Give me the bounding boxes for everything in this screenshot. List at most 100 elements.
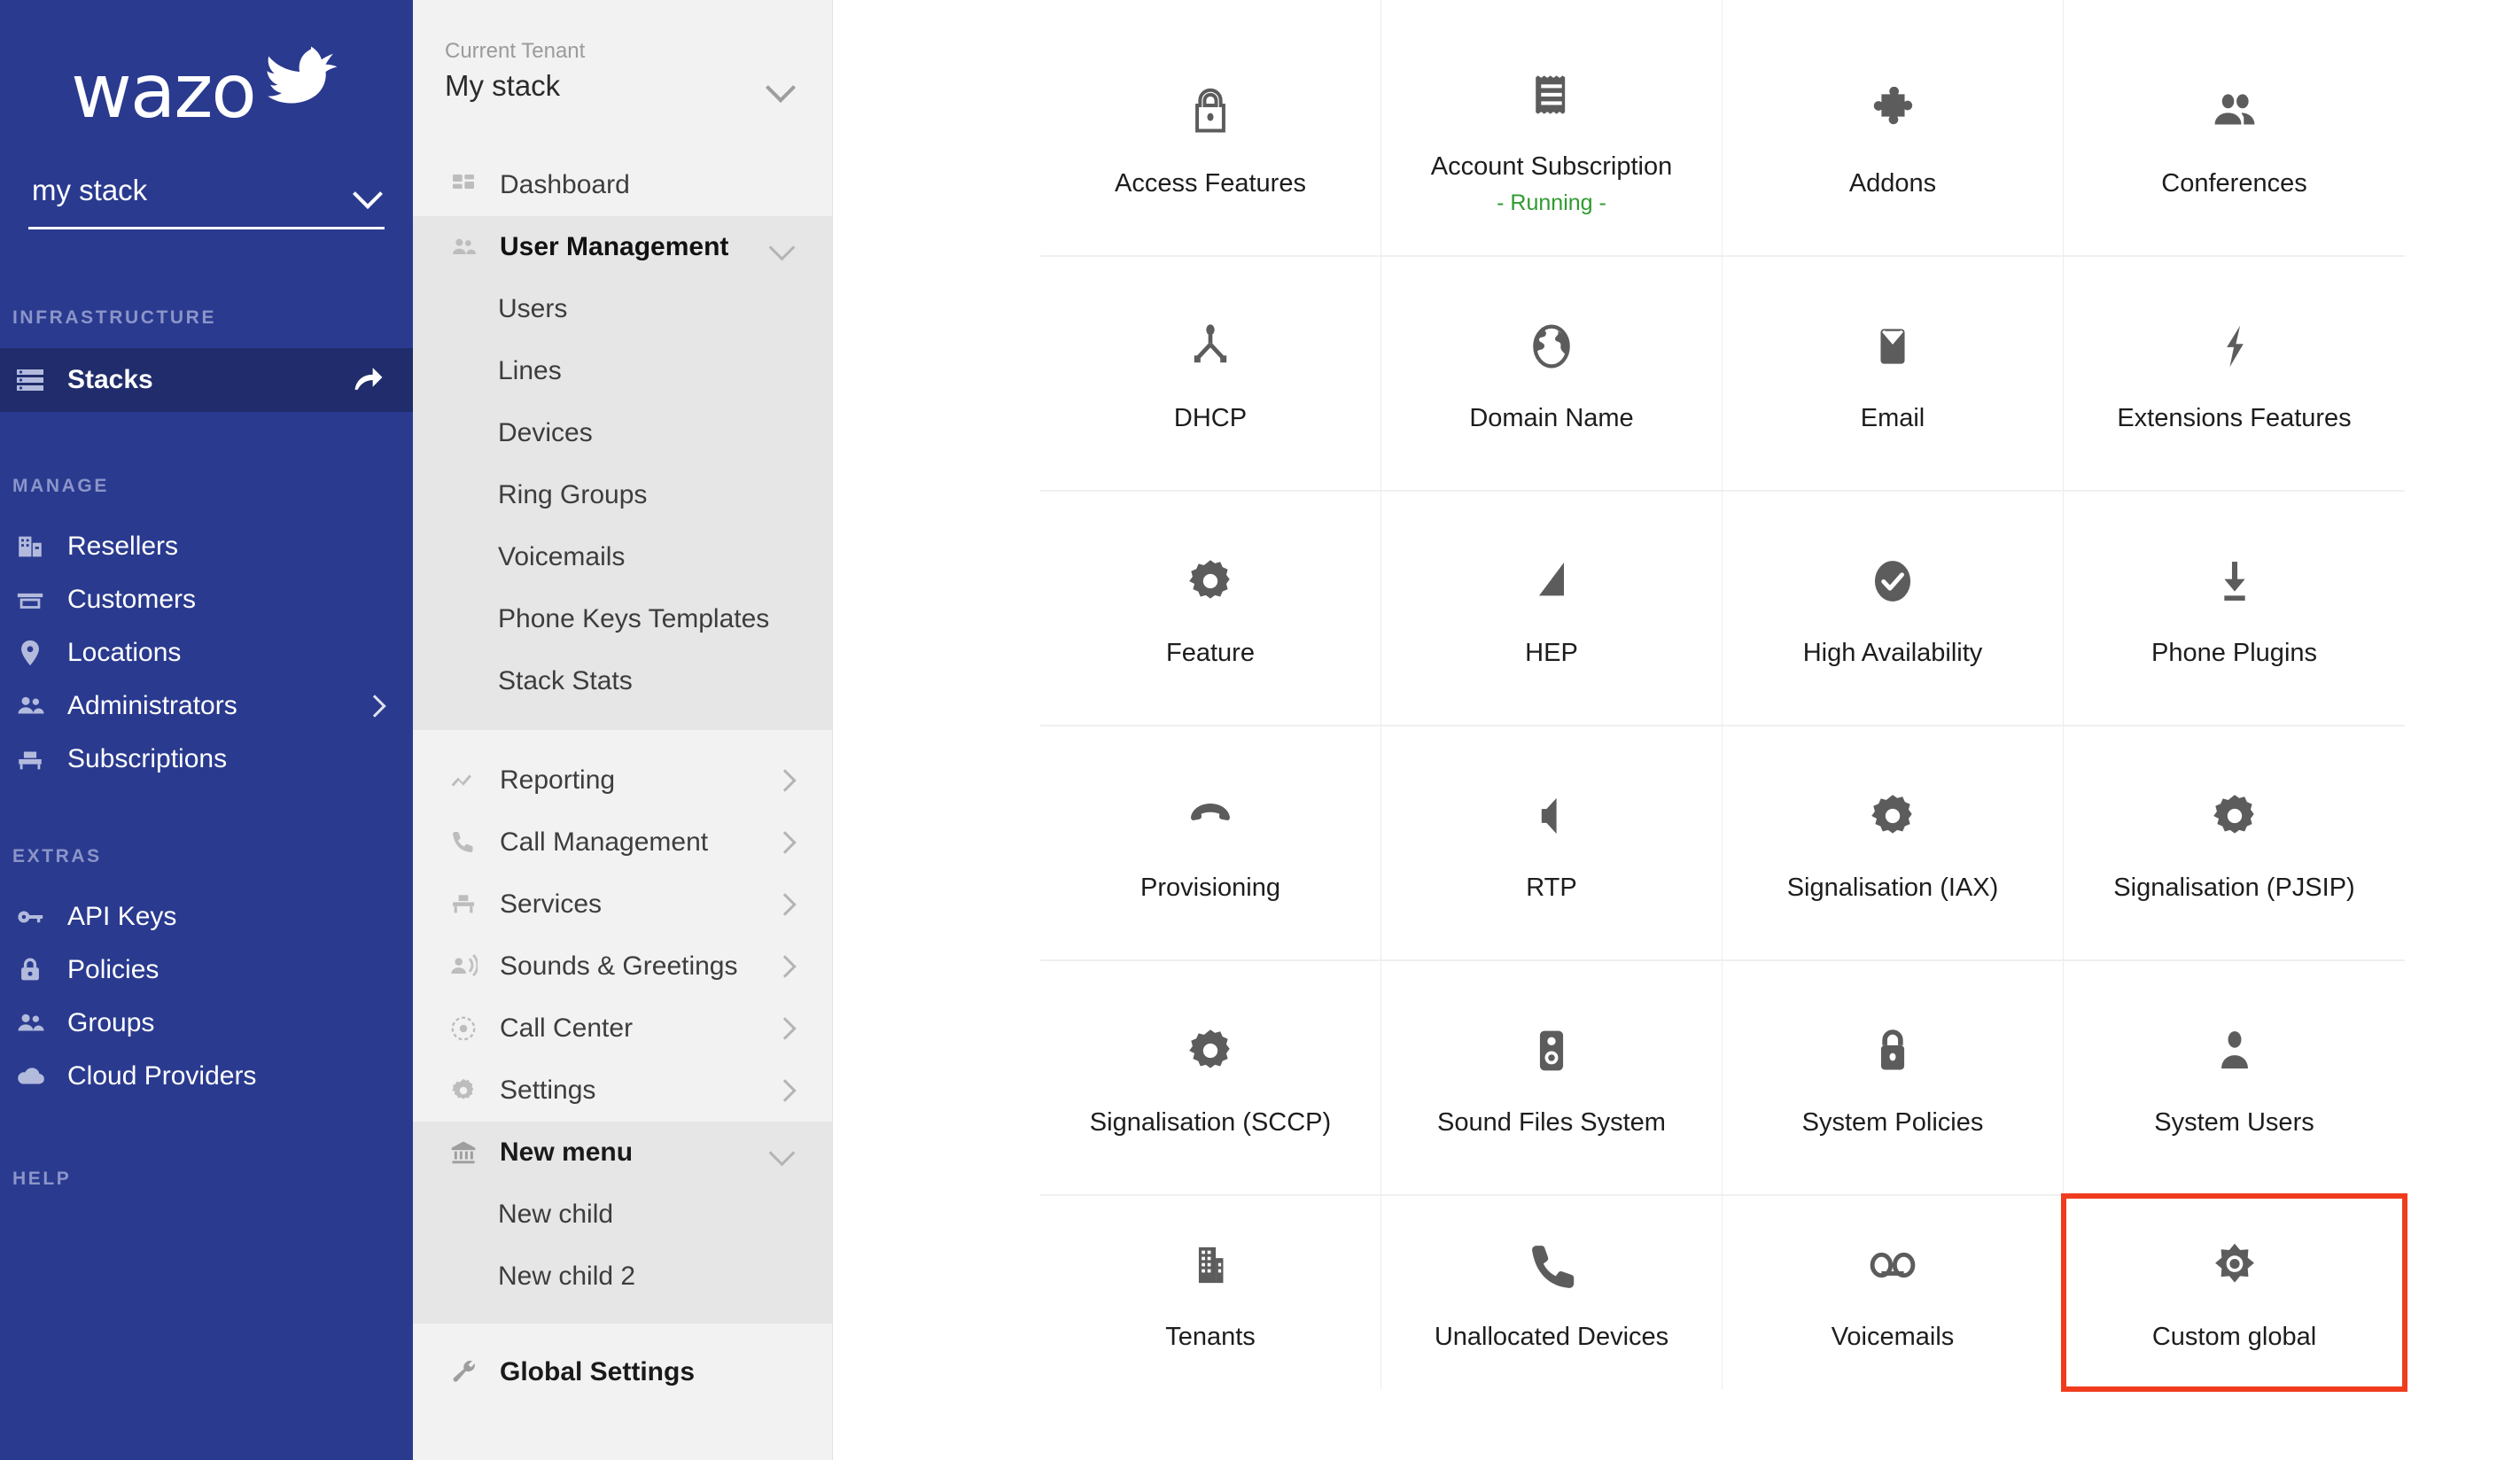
sidebar-item-services[interactable]: Services (413, 874, 832, 936)
secondary-sidebar: Current Tenant My stack Dashboard User M… (413, 0, 833, 1460)
sidebar-item-subscriptions[interactable]: Subscriptions (0, 733, 413, 786)
sidebar-item-call-management[interactable]: Call Management (413, 812, 832, 874)
grid-cell-label: Conferences (2161, 169, 2307, 198)
sidebar-item-dashboard[interactable]: Dashboard (413, 154, 832, 216)
grid-cell-signalisation-sccp[interactable]: Signalisation (SCCP) (1040, 961, 1381, 1196)
sidebar-item-settings[interactable]: Settings (413, 1060, 832, 1122)
grid-cell-unallocated-devices[interactable]: Unallocated Devices (1381, 1196, 1723, 1389)
sidebar-item-label: Administrators (67, 691, 237, 720)
grid-cell-rtp[interactable]: RTP (1381, 726, 1723, 961)
services-icon (445, 886, 482, 923)
brand-logo[interactable]: wazo (0, 0, 413, 165)
tenant-selector[interactable]: Current Tenant My stack (413, 0, 832, 103)
envelope-icon (1868, 314, 1917, 379)
grid-cell-label: Tenants (1165, 1323, 1256, 1352)
sidebar-item-reporting[interactable]: Reporting (413, 749, 832, 812)
cloud-icon (12, 1059, 48, 1094)
sidebar-subitem-users[interactable]: Users (413, 278, 832, 340)
grid-cell-email[interactable]: Email (1723, 257, 2064, 492)
grid-cell-access-features[interactable]: Access Features (1040, 0, 1381, 257)
server-stack-icon (12, 362, 48, 398)
grid-cell-addons[interactable]: Addons (1723, 0, 2064, 257)
grid-cell-voicemails[interactable]: Voicemails (1723, 1196, 2064, 1389)
sidebar-item-api-keys[interactable]: API Keys (0, 890, 413, 944)
grid-cell-label: Account Subscription (1430, 151, 1673, 181)
sidebar-subitem-stack-stats[interactable]: Stack Stats (413, 650, 832, 712)
sidebar-item-label: Subscriptions (67, 744, 228, 773)
sidebar-item-stacks[interactable]: Stacks (0, 348, 413, 412)
grid-cell-label: Signalisation (SCCP) (1089, 1107, 1332, 1137)
wrench-icon (445, 1354, 482, 1391)
sidebar-item-call-center[interactable]: Call Center (413, 998, 832, 1060)
grid-cell-sound-files-system[interactable]: Sound Files System (1381, 961, 1723, 1196)
sidebar-group-user-management: User Management Users Lines Devices Ring… (413, 216, 832, 730)
tenant-caption: Current Tenant (445, 39, 586, 63)
sidebar-subitem-new-child[interactable]: New child (413, 1184, 832, 1246)
grid-cell-signalisation-iax[interactable]: Signalisation (IAX) (1723, 726, 2064, 961)
grid-cell-system-users[interactable]: System Users (2064, 961, 2405, 1196)
grid-cell-signalisation-pjsip[interactable]: Signalisation (PJSIP) (2064, 726, 2405, 961)
puzzle-piece-icon (1868, 79, 1917, 144)
grid-cell-domain-name[interactable]: Domain Name (1381, 257, 1723, 492)
grid-cell-extensions-features[interactable]: Extensions Features (2064, 257, 2405, 492)
sidebar-subitem-phone-keys-templates[interactable]: Phone Keys Templates (413, 588, 832, 650)
grid-cell-label: Signalisation (IAX) (1786, 873, 1999, 902)
sidebar-item-sounds-and-greetings[interactable]: Sounds & Greetings (413, 936, 832, 998)
phone-icon (445, 824, 482, 861)
grid-cell-label: Extensions Features (2117, 403, 2352, 432)
grid-cell-label: High Availability (1802, 638, 1983, 667)
sidebar-item-new-menu[interactable]: New menu (413, 1122, 832, 1184)
storefront-icon (12, 582, 48, 617)
sidebar-item-global-settings[interactable]: Global Settings (413, 1341, 832, 1403)
sidebar-item-cloud-providers[interactable]: Cloud Providers (0, 1050, 413, 1103)
download-icon (2210, 548, 2259, 614)
sidebar-subitem-devices[interactable]: Devices (413, 402, 832, 464)
sidebar-subitem-new-child-2[interactable]: New child 2 (413, 1246, 832, 1308)
brand-name: wazo (71, 47, 257, 135)
stack-selector[interactable]: my stack (28, 174, 385, 229)
lock-icon (1186, 79, 1235, 144)
sidebar-item-label: New menu (500, 1138, 634, 1167)
sidebar-item-user-management[interactable]: User Management (413, 216, 832, 278)
voicemail-icon (1868, 1232, 1917, 1298)
grid-cell-tenants[interactable]: Tenants (1040, 1196, 1381, 1389)
grid-cell-dhcp[interactable]: DHCP (1040, 257, 1381, 492)
sidebar-item-customers[interactable]: Customers (0, 573, 413, 626)
person-icon (2210, 1018, 2259, 1083)
sidebar-item-label: Services (500, 889, 603, 919)
building-store-icon (12, 529, 48, 564)
sidebar-item-label: Call Center (500, 1013, 634, 1043)
sidebar-item-policies[interactable]: Policies (0, 944, 413, 997)
settings-grid-wrapper: Access Features Account Subscription - R… (1040, 0, 2407, 1392)
sidebar-item-administrators[interactable]: Administrators (0, 680, 413, 733)
sidebar-item-label: Resellers (67, 532, 179, 561)
sidebar-subitem-voicemails[interactable]: Voicemails (413, 526, 832, 588)
grid-cell-custom-global[interactable]: Custom global (2061, 1193, 2407, 1392)
sidebar-subitem-ring-groups[interactable]: Ring Groups (413, 464, 832, 526)
refresh-icon[interactable] (351, 365, 386, 395)
section-label-manage: MANAGE (12, 476, 109, 496)
subscription-icon (12, 742, 48, 777)
grid-cell-feature[interactable]: Feature (1040, 492, 1381, 726)
grid-cell-account-subscription[interactable]: Account Subscription - Running - (1381, 0, 1723, 257)
grid-cell-label: Feature (1166, 638, 1255, 667)
sidebar-item-label: Groups (67, 1008, 155, 1037)
trend-line-icon (445, 762, 482, 799)
sidebar-item-resellers[interactable]: Resellers (0, 520, 413, 573)
grid-cell-phone-plugins[interactable]: Phone Plugins (2064, 492, 2405, 726)
grid-cell-system-policies[interactable]: System Policies (1723, 961, 2064, 1196)
grid-cell-high-availability[interactable]: High Availability (1723, 492, 2064, 726)
grid-cell-provisioning[interactable]: Provisioning (1040, 726, 1381, 961)
section-label-help: HELP (12, 1169, 72, 1189)
sidebar-item-groups[interactable]: Groups (0, 997, 413, 1050)
gear-icon (1186, 548, 1235, 614)
globe-icon (1527, 314, 1576, 379)
key-icon (12, 899, 48, 935)
grid-cell-hep[interactable]: HEP (1381, 492, 1723, 726)
sidebar-item-locations[interactable]: Locations (0, 626, 413, 680)
chevron-right-icon (774, 831, 797, 854)
grid-cell-conferences[interactable]: Conferences (2064, 0, 2405, 257)
sidebar-item-label: Locations (67, 638, 182, 667)
gear-icon (445, 1072, 482, 1109)
sidebar-subitem-lines[interactable]: Lines (413, 340, 832, 402)
